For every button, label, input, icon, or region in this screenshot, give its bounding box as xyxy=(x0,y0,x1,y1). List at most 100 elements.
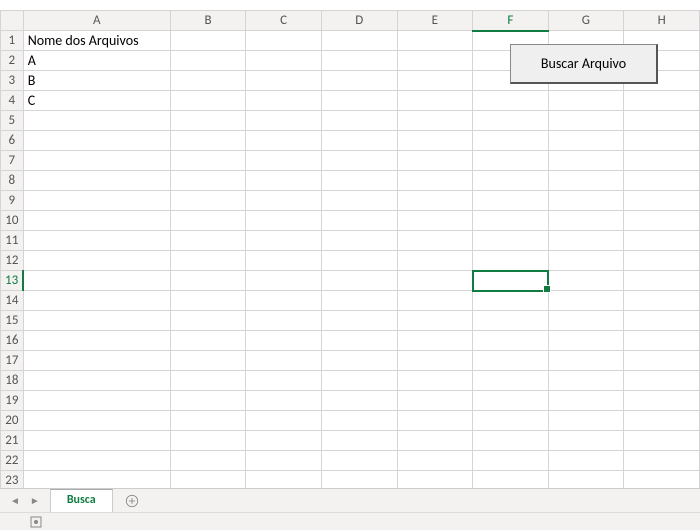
cell-E19[interactable] xyxy=(397,391,473,411)
cell-B20[interactable] xyxy=(170,411,246,431)
cell-B8[interactable] xyxy=(170,171,246,191)
cell-E8[interactable] xyxy=(397,171,473,191)
cell-B9[interactable] xyxy=(170,191,246,211)
cell-E7[interactable] xyxy=(397,151,473,171)
cell-A15[interactable] xyxy=(23,311,170,331)
cell-E22[interactable] xyxy=(397,451,473,471)
cell-E6[interactable] xyxy=(397,131,473,151)
cell-D16[interactable] xyxy=(321,331,397,351)
cell-B17[interactable] xyxy=(170,351,246,371)
cell-C16[interactable] xyxy=(246,331,322,351)
cell-H10[interactable] xyxy=(624,211,700,231)
cell-F14[interactable] xyxy=(473,291,548,311)
cell-A14[interactable] xyxy=(23,291,170,311)
cell-G22[interactable] xyxy=(548,451,624,471)
cell-E11[interactable] xyxy=(397,231,473,251)
cell-D15[interactable] xyxy=(321,311,397,331)
cell-F20[interactable] xyxy=(473,411,548,431)
cell-B15[interactable] xyxy=(170,311,246,331)
cell-B14[interactable] xyxy=(170,291,246,311)
column-header-G[interactable]: G xyxy=(548,11,624,31)
row-header-16[interactable]: 16 xyxy=(1,331,24,351)
cell-B16[interactable] xyxy=(170,331,246,351)
cell-F13[interactable] xyxy=(473,271,548,291)
cell-H18[interactable] xyxy=(624,371,700,391)
cell-G11[interactable] xyxy=(548,231,624,251)
cell-C20[interactable] xyxy=(246,411,322,431)
row-header-4[interactable]: 4 xyxy=(1,91,24,111)
buscar-arquivo-button[interactable]: Buscar Arquivo xyxy=(510,44,658,84)
cell-A6[interactable] xyxy=(23,131,170,151)
cell-F15[interactable] xyxy=(473,311,548,331)
cell-F22[interactable] xyxy=(473,451,548,471)
cell-A22[interactable] xyxy=(23,451,170,471)
record-macro-icon[interactable] xyxy=(30,516,42,528)
cell-D19[interactable] xyxy=(321,391,397,411)
row-header-13[interactable]: 13 xyxy=(1,271,24,291)
cell-D18[interactable] xyxy=(321,371,397,391)
cell-B3[interactable] xyxy=(170,71,246,91)
cell-C8[interactable] xyxy=(246,171,322,191)
cell-E1[interactable] xyxy=(397,31,473,51)
row-header-20[interactable]: 20 xyxy=(1,411,24,431)
cell-G13[interactable] xyxy=(548,271,624,291)
cell-A5[interactable] xyxy=(23,111,170,131)
cell-G14[interactable] xyxy=(548,291,624,311)
cell-H15[interactable] xyxy=(624,311,700,331)
row-header-21[interactable]: 21 xyxy=(1,431,24,451)
cell-F12[interactable] xyxy=(473,251,548,271)
cell-G19[interactable] xyxy=(548,391,624,411)
cell-B1[interactable] xyxy=(170,31,246,51)
row-header-11[interactable]: 11 xyxy=(1,231,24,251)
cell-C13[interactable] xyxy=(246,271,322,291)
cell-H12[interactable] xyxy=(624,251,700,271)
cell-G17[interactable] xyxy=(548,351,624,371)
cell-H14[interactable] xyxy=(624,291,700,311)
cell-D7[interactable] xyxy=(321,151,397,171)
cell-A1[interactable]: Nome dos Arquivos xyxy=(23,31,170,51)
cell-G21[interactable] xyxy=(548,431,624,451)
row-header-7[interactable]: 7 xyxy=(1,151,24,171)
cell-E3[interactable] xyxy=(397,71,473,91)
cell-H22[interactable] xyxy=(624,451,700,471)
cell-D20[interactable] xyxy=(321,411,397,431)
cell-F8[interactable] xyxy=(473,171,548,191)
cell-G15[interactable] xyxy=(548,311,624,331)
cell-H19[interactable] xyxy=(624,391,700,411)
column-header-C[interactable]: C xyxy=(246,11,322,31)
row-header-8[interactable]: 8 xyxy=(1,171,24,191)
tab-nav-prev-icon[interactable]: ◄ xyxy=(10,494,20,507)
cell-C2[interactable] xyxy=(246,51,322,71)
cell-B19[interactable] xyxy=(170,391,246,411)
cell-A10[interactable] xyxy=(23,211,170,231)
cell-D8[interactable] xyxy=(321,171,397,191)
cell-D14[interactable] xyxy=(321,291,397,311)
cell-A3[interactable]: B xyxy=(23,71,170,91)
cell-F7[interactable] xyxy=(473,151,548,171)
cell-A21[interactable] xyxy=(23,431,170,451)
tab-nav-next-icon[interactable]: ► xyxy=(30,494,40,507)
cell-D17[interactable] xyxy=(321,351,397,371)
cell-D9[interactable] xyxy=(321,191,397,211)
row-header-5[interactable]: 5 xyxy=(1,111,24,131)
row-header-1[interactable]: 1 xyxy=(1,31,24,51)
row-header-18[interactable]: 18 xyxy=(1,371,24,391)
cell-H8[interactable] xyxy=(624,171,700,191)
select-all-corner[interactable] xyxy=(1,11,24,31)
cell-B5[interactable] xyxy=(170,111,246,131)
cell-F11[interactable] xyxy=(473,231,548,251)
cell-G8[interactable] xyxy=(548,171,624,191)
cell-C22[interactable] xyxy=(246,451,322,471)
cell-D2[interactable] xyxy=(321,51,397,71)
cell-H21[interactable] xyxy=(624,431,700,451)
row-header-15[interactable]: 15 xyxy=(1,311,24,331)
cell-C4[interactable] xyxy=(246,91,322,111)
cell-B11[interactable] xyxy=(170,231,246,251)
cell-A19[interactable] xyxy=(23,391,170,411)
cell-B13[interactable] xyxy=(170,271,246,291)
cell-C7[interactable] xyxy=(246,151,322,171)
cell-E16[interactable] xyxy=(397,331,473,351)
cell-A20[interactable] xyxy=(23,411,170,431)
cell-H6[interactable] xyxy=(624,131,700,151)
cell-F17[interactable] xyxy=(473,351,548,371)
